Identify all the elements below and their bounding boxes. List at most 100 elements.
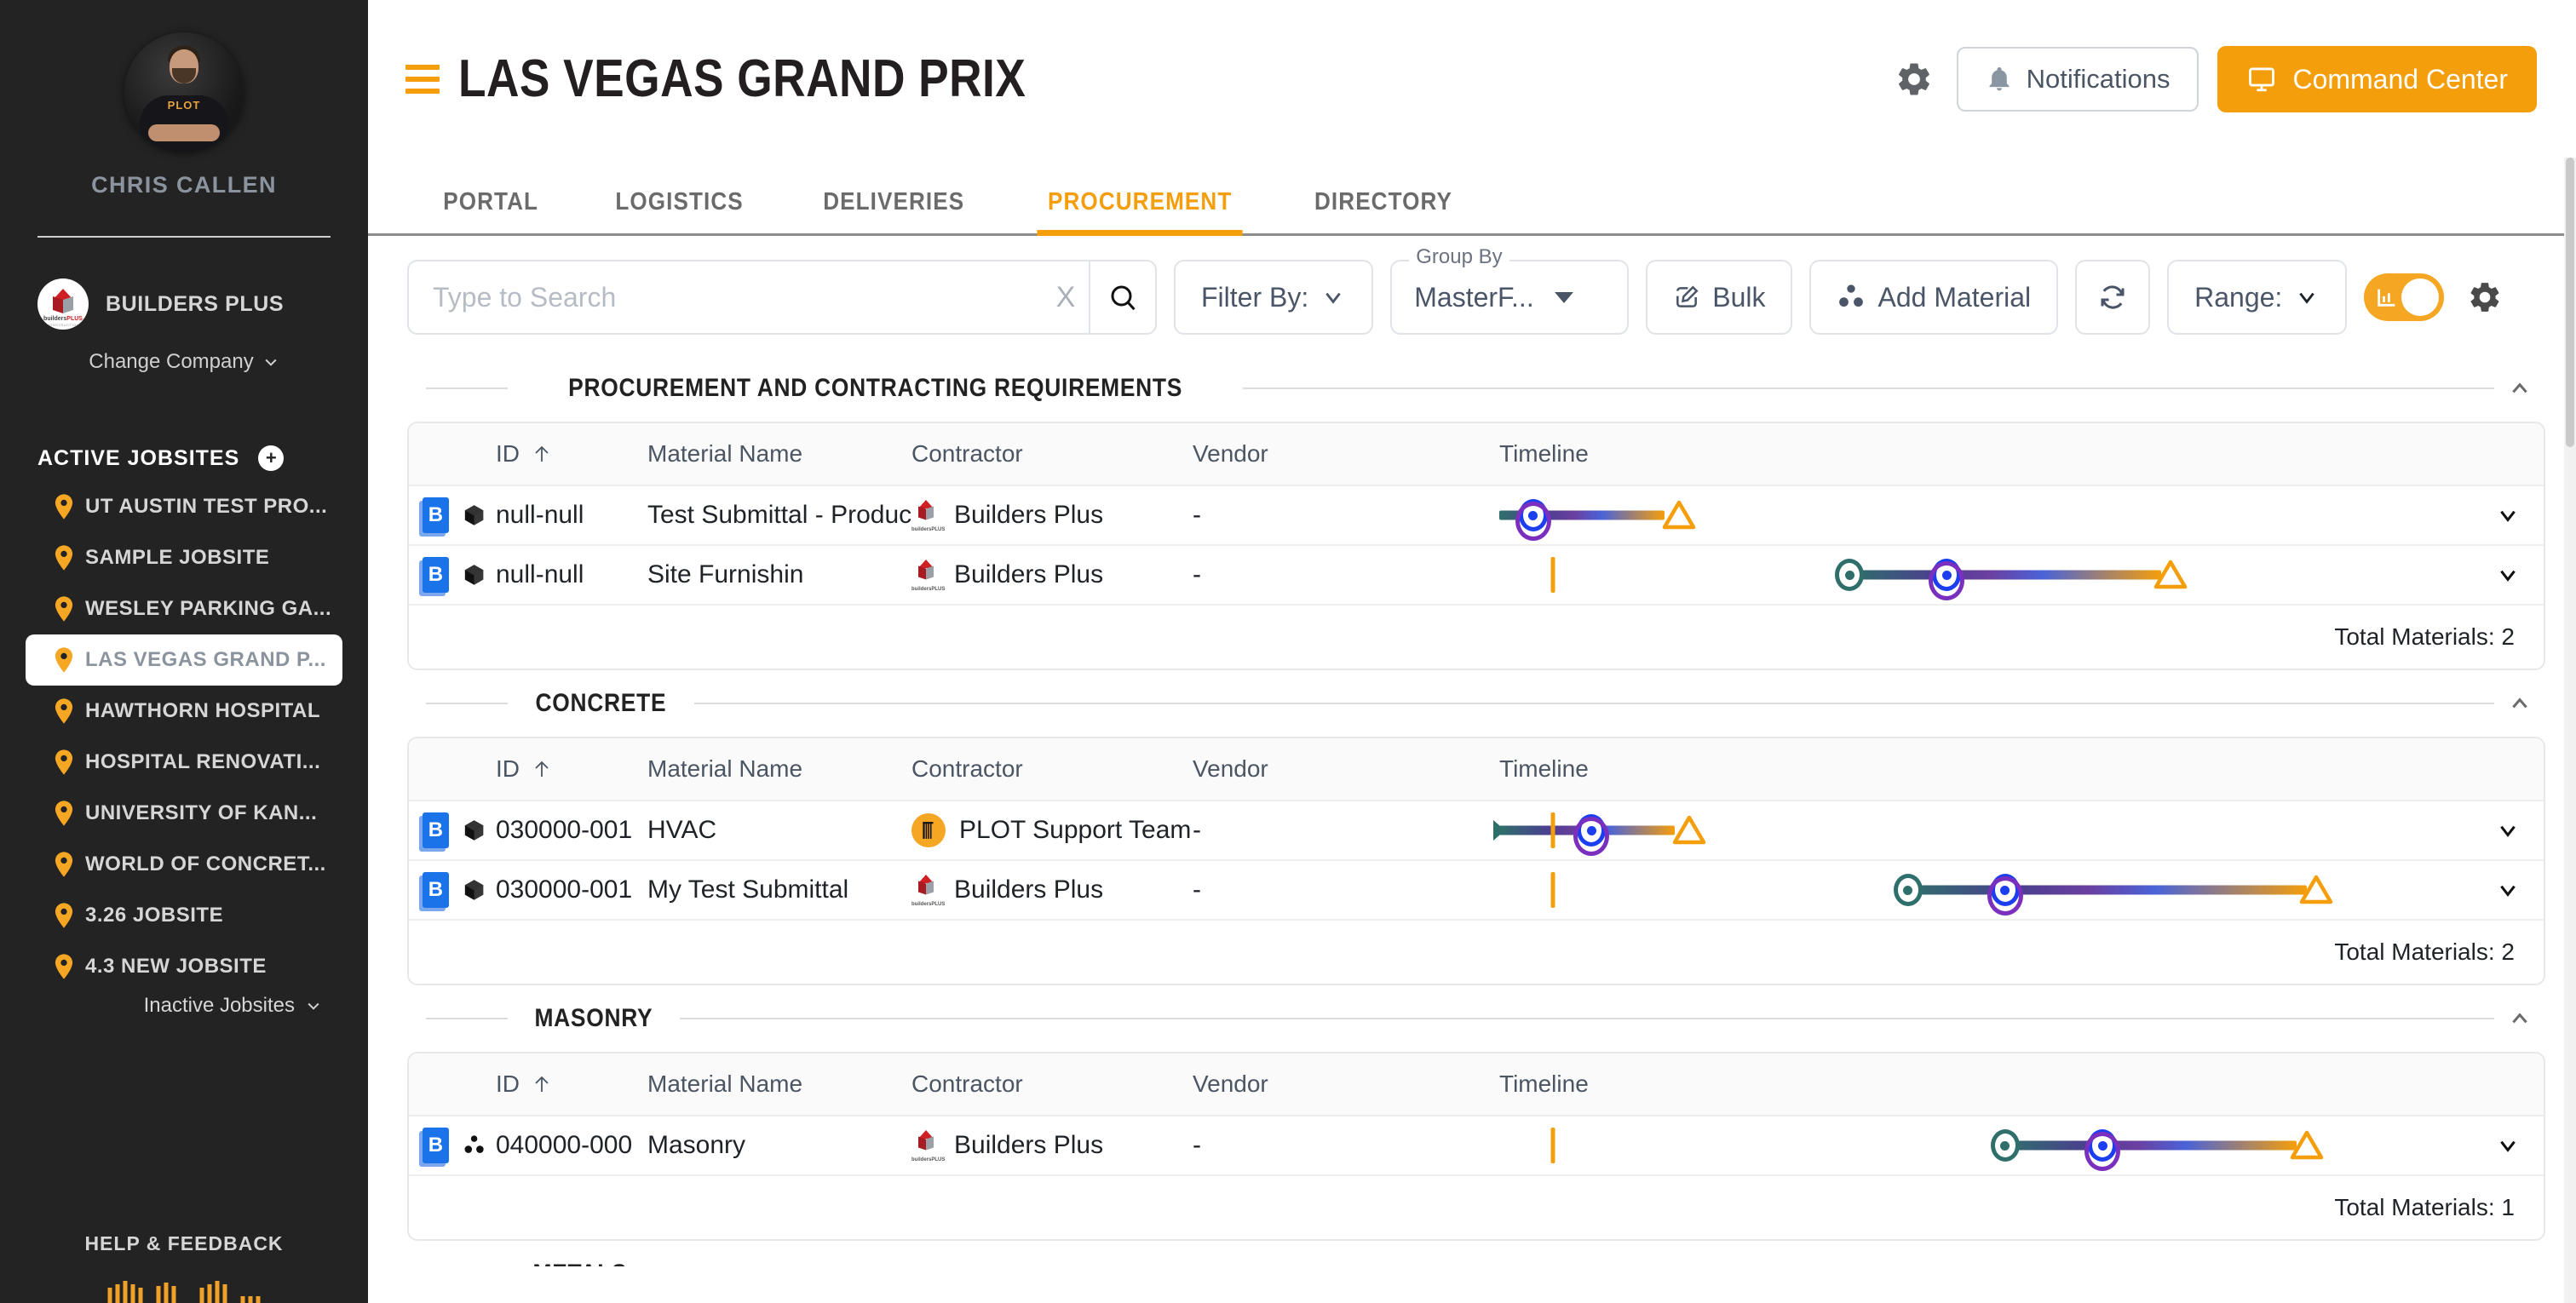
timeline-bar	[1849, 571, 2160, 580]
column-header-timeline[interactable]: Timeline	[1499, 738, 2472, 800]
sort-ascending-icon	[532, 1073, 552, 1095]
row-expand-button[interactable]	[2472, 819, 2544, 841]
tab-directory[interactable]: DIRECTORY	[1285, 190, 1481, 233]
section-collapse-button[interactable]	[2494, 1263, 2545, 1266]
table-settings-button[interactable]	[2461, 273, 2509, 321]
submittal-badge[interactable]: B	[423, 557, 449, 593]
section-collapse-button[interactable]	[2494, 377, 2545, 399]
scrollbar-thumb[interactable]	[2566, 158, 2574, 447]
add-jobsite-button[interactable]: +	[258, 445, 284, 471]
company-logo-text: builders	[43, 316, 66, 322]
section-collapse-button[interactable]	[2494, 1007, 2545, 1030]
view-mode-toggle[interactable]	[2364, 273, 2444, 321]
sidebar-item-jobsite[interactable]: WESLEY PARKING GA...	[26, 583, 342, 634]
group-by-select[interactable]: Group By MasterF...	[1390, 260, 1629, 335]
column-header-id[interactable]: ID	[486, 757, 647, 781]
milestone-triangle-icon	[2289, 1129, 2325, 1162]
column-header-material-name[interactable]: Material Name	[647, 1072, 911, 1096]
company-selector[interactable]: buildersPLUS CONSTRUCTION BUILDERS PLUS	[37, 278, 331, 330]
search-box: X	[407, 260, 1157, 335]
column-header-vendor[interactable]: Vendor	[1193, 1072, 1499, 1096]
add-material-button[interactable]: Add Material	[1809, 260, 2058, 335]
bulk-button[interactable]: Bulk	[1646, 260, 1792, 335]
sidebar-item-jobsite[interactable]: LAS VEGAS GRAND P...	[26, 634, 342, 686]
column-header-vendor[interactable]: Vendor	[1193, 757, 1499, 781]
timeline-node[interactable]	[1991, 1129, 2020, 1162]
section-collapse-button[interactable]	[2494, 692, 2545, 715]
table-row[interactable]: B040000-000MasonrybuildersPLUSBuilders P…	[409, 1116, 2544, 1176]
column-header-id[interactable]: ID	[486, 442, 647, 466]
command-center-button[interactable]: Command Center	[2217, 46, 2537, 112]
jobsite-label: WORLD OF CONCRET...	[85, 854, 326, 875]
chevron-down-icon	[2493, 879, 2522, 901]
table-row[interactable]: Bnull-nullTest Submittal - Product Dbuil…	[409, 486, 2544, 546]
row-expand-button[interactable]	[2472, 879, 2544, 901]
submittal-badge[interactable]: B	[423, 1128, 449, 1163]
sidebar-item-jobsite[interactable]: SAMPLE JOBSITE	[26, 532, 342, 583]
column-header-contractor[interactable]: Contractor	[911, 757, 1193, 781]
row-vendor: -	[1193, 502, 1499, 528]
timeline-node[interactable]	[1577, 814, 1606, 847]
column-header-contractor[interactable]: Contractor	[911, 1072, 1193, 1096]
column-header-material-name[interactable]: Material Name	[647, 757, 911, 781]
row-expand-button[interactable]	[2472, 504, 2544, 526]
vertical-scrollbar[interactable]	[2564, 158, 2576, 1303]
inactive-jobsites-toggle[interactable]: Inactive Jobsites	[26, 996, 342, 1016]
sidebar-item-jobsite[interactable]: UT AUSTIN TEST PRO...	[26, 481, 342, 532]
submittal-badge[interactable]: B	[423, 812, 449, 848]
notifications-button[interactable]: Notifications	[1957, 47, 2199, 112]
search-input[interactable]	[409, 261, 1043, 333]
column-header-contractor[interactable]: Contractor	[911, 442, 1193, 466]
tab-deliveries[interactable]: DELIVERIES	[794, 190, 993, 233]
timeline-node[interactable]	[1519, 499, 1548, 531]
timeline-node[interactable]	[1932, 559, 1961, 591]
timeline-node[interactable]	[1894, 874, 1923, 906]
plot-mark-bar	[172, 1286, 176, 1303]
table-row[interactable]: Bnull-nullSite FurnishinbuildersPLUSBuil…	[409, 546, 2544, 606]
tab-procurement[interactable]: PROCUREMENT	[1019, 190, 1262, 233]
range-button[interactable]: Range:	[2167, 260, 2347, 335]
plot-mark-bar	[256, 1296, 261, 1303]
section-header[interactable]: METALS	[407, 1241, 2545, 1266]
search-submit-button[interactable]	[1089, 261, 1155, 333]
section-header[interactable]: CONCRETE	[407, 670, 2545, 737]
section-header[interactable]: MASONRY	[407, 985, 2545, 1052]
change-company-button[interactable]: Change Company	[89, 352, 279, 372]
column-header-vendor[interactable]: Vendor	[1193, 442, 1499, 466]
clear-search-icon[interactable]: X	[1043, 281, 1089, 314]
sidebar-item-jobsite[interactable]: 3.26 JOBSITE	[26, 890, 342, 941]
column-header-material-name[interactable]: Material Name	[647, 442, 911, 466]
column-header-timeline[interactable]: Timeline	[1499, 423, 2472, 485]
tab-portal[interactable]: PORTAL	[414, 190, 567, 233]
timeline-node[interactable]	[1991, 874, 2020, 906]
plot-mark-bar	[249, 1296, 253, 1303]
help-feedback-button[interactable]: HELP & FEEDBACK	[0, 1234, 368, 1254]
chevron-up-icon	[2505, 692, 2534, 715]
sidebar-item-jobsite[interactable]: HOSPITAL RENOVATI...	[26, 737, 342, 788]
timeline-node[interactable]	[1835, 559, 1864, 591]
procurement-section: CONCRETE IDMaterial NameContractorVendorT…	[407, 670, 2545, 985]
sidebar-item-jobsite[interactable]: UNIVERSITY OF KAN...	[26, 788, 342, 839]
settings-button[interactable]	[1890, 55, 1938, 103]
refresh-button[interactable]	[2075, 260, 2150, 335]
chevron-down-icon	[305, 997, 322, 1014]
table-row[interactable]: B030000-001My Test SubmittalbuildersPLUS…	[409, 861, 2544, 921]
sidebar-item-jobsite[interactable]: WORLD OF CONCRET...	[26, 839, 342, 890]
submittal-badge[interactable]: B	[423, 497, 449, 533]
inactive-jobsites-label: Inactive Jobsites	[144, 996, 295, 1016]
row-expand-button[interactable]	[2472, 1134, 2544, 1157]
hamburger-menu-icon[interactable]	[405, 65, 440, 94]
column-header-timeline[interactable]: Timeline	[1499, 1053, 2472, 1115]
filter-by-button[interactable]: Filter By:	[1174, 260, 1373, 335]
row-expand-button[interactable]	[2472, 564, 2544, 586]
sidebar-item-jobsite[interactable]: HAWTHORN HOSPITAL	[26, 686, 342, 737]
tab-logistics[interactable]: LOGISTICS	[586, 190, 773, 233]
sidebar-item-jobsite[interactable]: 4.3 NEW JOBSITE	[26, 941, 342, 992]
submittal-badge[interactable]: B	[423, 872, 449, 908]
table-row[interactable]: B030000-001HVACPLOT Support Team-	[409, 801, 2544, 861]
column-header-id[interactable]: ID	[486, 1072, 647, 1096]
timeline-node[interactable]	[2088, 1129, 2117, 1162]
change-company-label: Change Company	[89, 352, 253, 372]
bulk-label: Bulk	[1712, 284, 1765, 311]
section-header[interactable]: PROCUREMENT AND CONTRACTING REQUIREMENTS	[407, 355, 2545, 422]
